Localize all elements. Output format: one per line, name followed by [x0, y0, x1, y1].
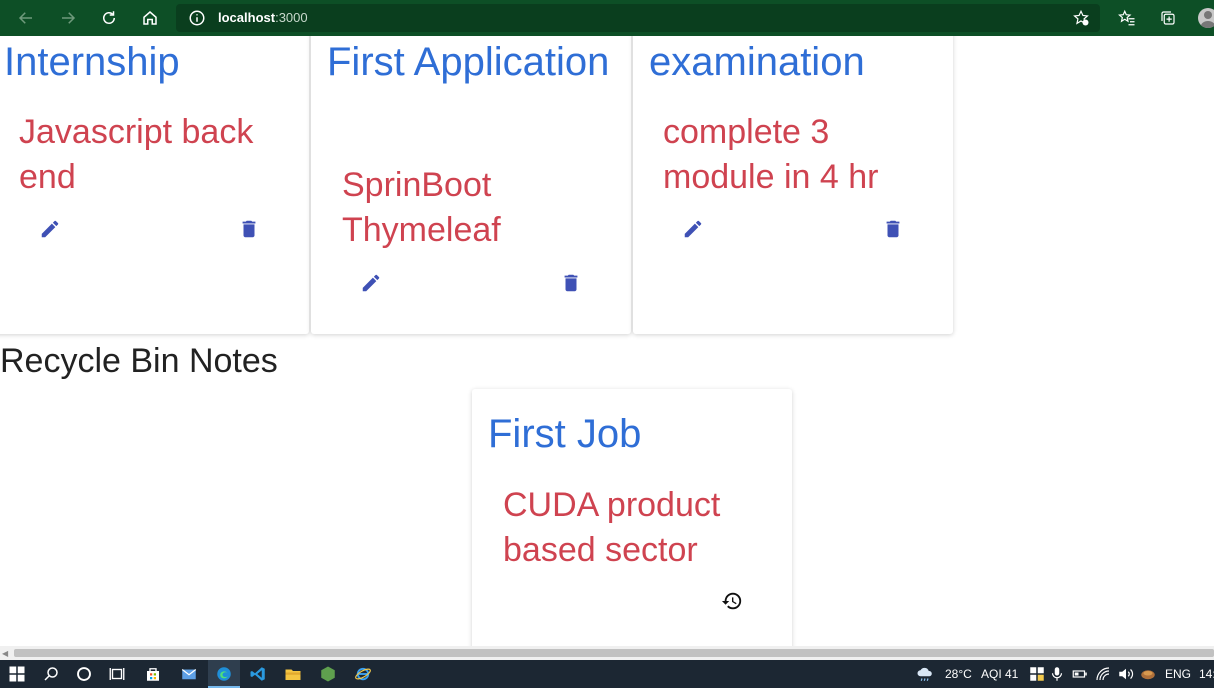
volume-button[interactable]	[1116, 664, 1136, 684]
scrollbar-thumb[interactable]	[14, 649, 1214, 657]
home-button[interactable]	[138, 6, 162, 30]
delete-button[interactable]	[558, 270, 584, 296]
info-icon[interactable]	[188, 9, 206, 27]
note-content: SprinBoot Thymeleaf	[342, 166, 501, 249]
page-viewport: Internship Javascript back end First App…	[0, 36, 1214, 646]
forward-icon	[62, 12, 76, 24]
edit-button[interactable]	[358, 270, 384, 296]
windows-security-icon	[1030, 667, 1044, 681]
cloud-rain-icon	[917, 667, 932, 681]
trash-icon	[242, 220, 256, 238]
store-button[interactable]	[143, 664, 163, 684]
cortana-icon	[77, 667, 91, 681]
edge-button[interactable]	[214, 664, 234, 684]
nodejs-button[interactable]	[318, 664, 338, 684]
mail-icon	[181, 669, 197, 680]
search-button[interactable]	[41, 664, 61, 684]
url-host: localhost	[218, 10, 276, 25]
air-quality-index[interactable]: AQI 41	[981, 667, 1018, 681]
battery-icon	[1072, 670, 1087, 678]
restore-icon	[721, 592, 742, 610]
refresh-button[interactable]	[97, 6, 121, 30]
edit-button[interactable]	[680, 216, 706, 242]
pencil-icon	[41, 220, 59, 238]
battery-button[interactable]	[1070, 664, 1090, 684]
favorites-icon	[1118, 9, 1135, 26]
nodejs-icon	[321, 666, 335, 682]
task-view-icon	[109, 668, 125, 680]
microphone-icon	[1051, 667, 1063, 681]
recycle-note-card: First Job CUDA product based sector	[472, 389, 792, 646]
windows-icon	[9, 666, 25, 682]
pencil-icon	[684, 220, 702, 238]
back-icon	[18, 12, 32, 24]
file-explorer-button[interactable]	[283, 664, 303, 684]
note-content: Javascript back end	[19, 113, 254, 196]
home-icon	[143, 11, 157, 25]
profile-avatar[interactable]	[1198, 8, 1214, 28]
trash-icon	[886, 220, 900, 238]
note-card: First Application SprinBoot Thymeleaf	[311, 36, 631, 334]
weather-temperature[interactable]: 28°C	[945, 667, 972, 681]
edit-button[interactable]	[37, 216, 63, 242]
restore-button[interactable]	[719, 588, 745, 614]
language-indicator[interactable]: ENG	[1165, 667, 1191, 681]
url-text[interactable]: localhost:3000	[218, 10, 308, 25]
vscode-icon	[250, 667, 265, 681]
refresh-icon	[103, 11, 115, 24]
note-card: Internship Javascript back end	[0, 36, 309, 334]
note-card: examination complete 3 module in 4 hr	[633, 36, 953, 334]
scroll-left-icon[interactable]: ◀	[2, 649, 8, 658]
edge-icon	[217, 667, 231, 681]
delete-button[interactable]	[236, 216, 262, 242]
wifi-button[interactable]	[1093, 664, 1113, 684]
trash-icon	[564, 274, 578, 292]
note-content: complete 3 module in 4 hr	[663, 113, 879, 196]
browser-toolbar: localhost:3000	[0, 0, 1214, 36]
favorites-button[interactable]	[1115, 6, 1139, 30]
note-title: Internship	[4, 40, 180, 84]
recycle-bin-heading: Recycle Bin Notes	[0, 342, 278, 380]
clock[interactable]: 14:	[1199, 667, 1214, 681]
search-icon	[44, 667, 58, 681]
note-content: CUDA product based sector	[503, 486, 721, 569]
start-button[interactable]	[7, 664, 27, 684]
back-button[interactable]	[14, 6, 38, 30]
wifi-icon	[1096, 667, 1110, 681]
collections-button[interactable]	[1156, 6, 1180, 30]
volume-icon	[1119, 668, 1134, 680]
pencil-icon	[362, 274, 380, 292]
add-favorite-icon[interactable]	[1072, 9, 1090, 27]
collections-icon	[1161, 11, 1175, 25]
store-icon	[147, 668, 159, 681]
tray-app-button[interactable]	[1138, 664, 1158, 684]
tray-app-icon	[1141, 670, 1155, 680]
forward-button[interactable]	[56, 6, 80, 30]
microphone-button[interactable]	[1047, 664, 1067, 684]
defender-button[interactable]	[1027, 664, 1047, 684]
folder-icon	[285, 669, 301, 680]
taskbar: 28°C AQI 41 ENG 14:	[0, 660, 1214, 688]
cortana-button[interactable]	[74, 664, 94, 684]
mail-button[interactable]	[179, 664, 199, 684]
note-title: First Application	[327, 40, 610, 84]
url-port: :3000	[275, 10, 308, 25]
weather-button[interactable]	[915, 664, 935, 684]
note-title: First Job	[488, 412, 642, 456]
address-bar[interactable]: localhost:3000	[176, 4, 1100, 32]
internet-explorer-button[interactable]	[353, 664, 373, 684]
note-title: examination	[649, 40, 865, 84]
vscode-button[interactable]	[248, 664, 268, 684]
delete-button[interactable]	[880, 216, 906, 242]
task-view-button[interactable]	[107, 664, 127, 684]
internet-explorer-icon	[355, 667, 371, 681]
horizontal-scrollbar[interactable]: ◀	[0, 646, 1214, 660]
